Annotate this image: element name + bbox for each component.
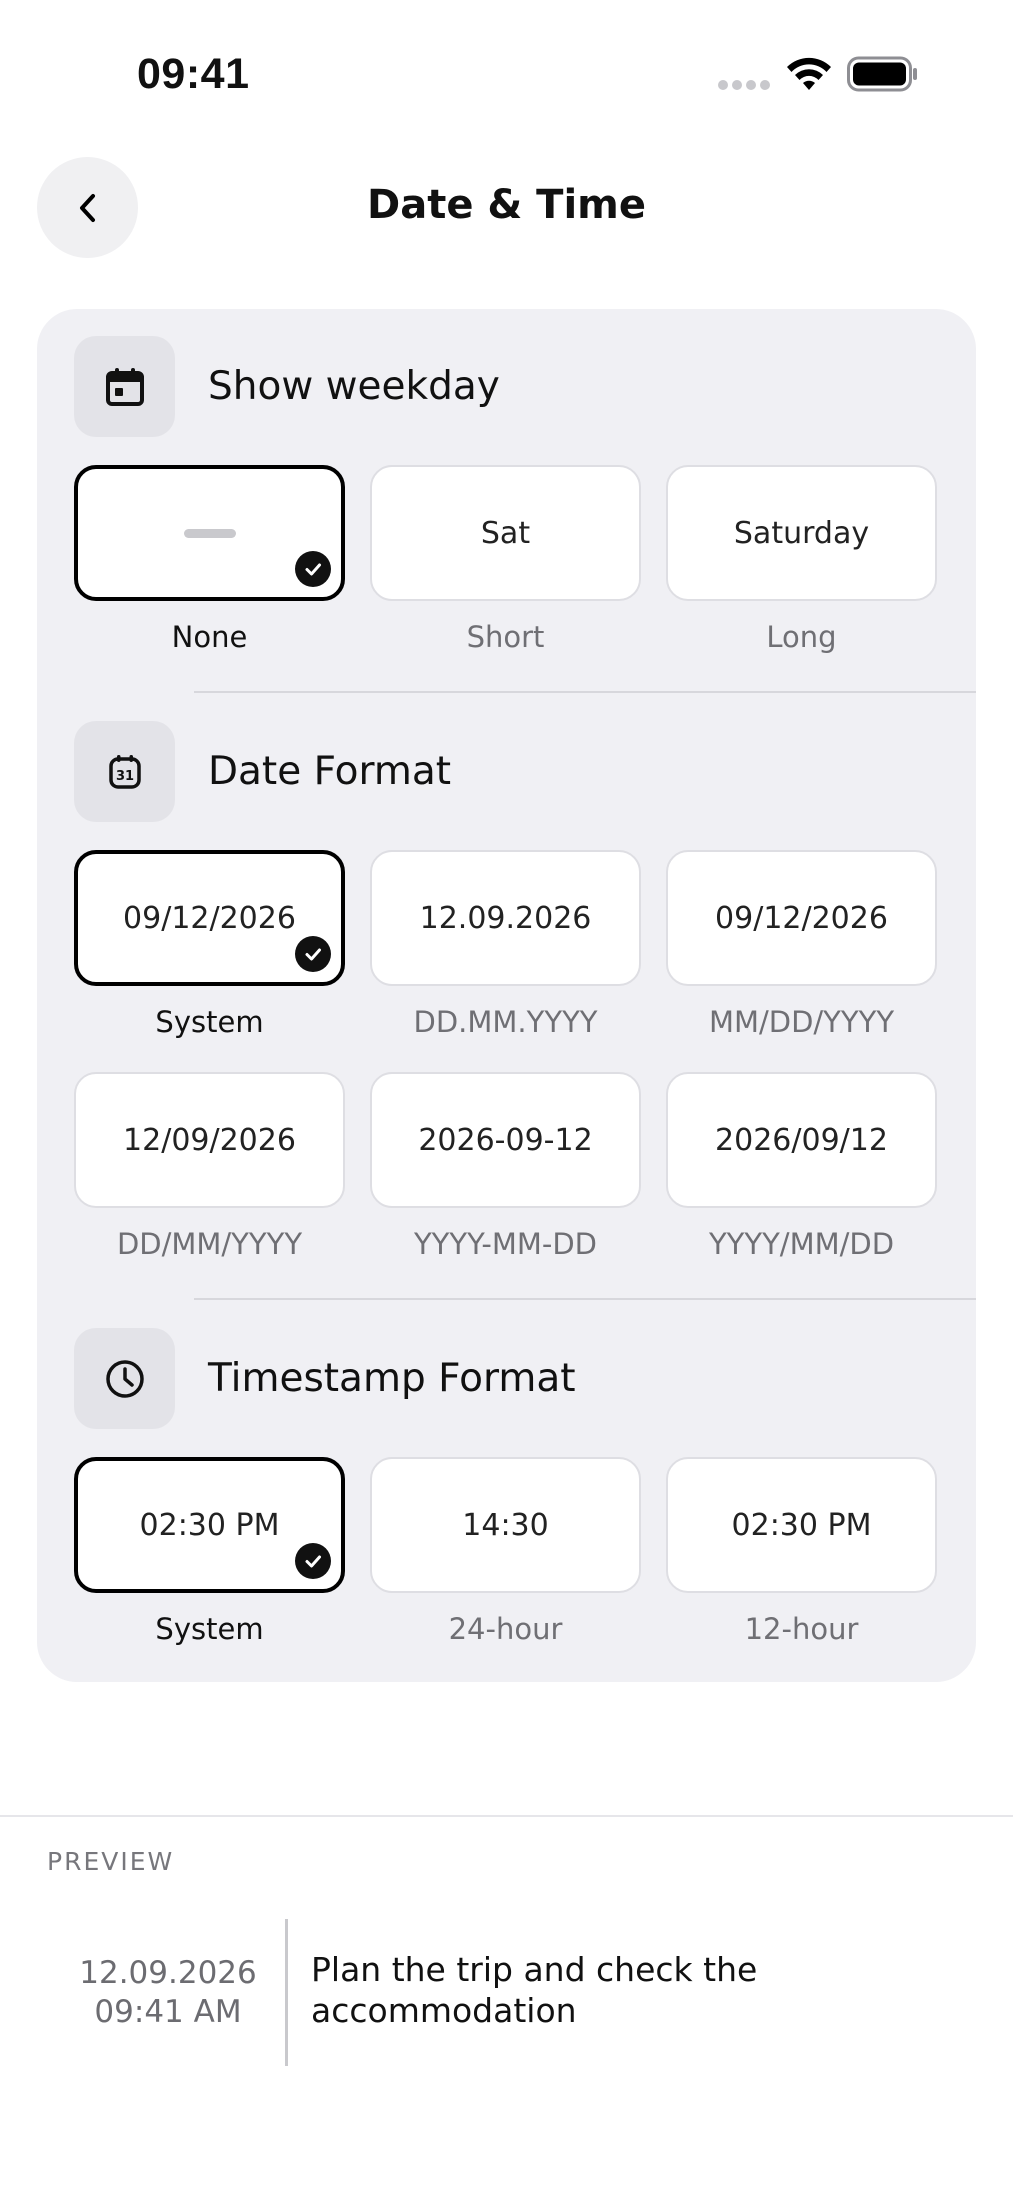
status-time: 09:41: [137, 50, 250, 98]
page-title: Date & Time: [367, 182, 646, 228]
dash-icon: [183, 528, 236, 538]
checkmark-icon: [295, 551, 331, 587]
date-format-option-dd-mm-yyyy[interactable]: 12/09/2026: [74, 1072, 345, 1208]
weekday-option-label: Short: [466, 620, 545, 654]
date-format-option-label: DD.MM.YYYY: [413, 1005, 598, 1039]
weekday-option-long[interactable]: Saturday: [666, 465, 937, 601]
timestamp-option-label: 12-hour: [744, 1612, 859, 1646]
weekday-option-label: None: [171, 620, 248, 654]
date-format-option-system[interactable]: 09/12/2026: [74, 850, 345, 986]
timestamp-option-system[interactable]: 02:30 PM: [74, 1457, 345, 1593]
date-format-option-yyyy-mm-dd-slashes[interactable]: 2026/09/12: [666, 1072, 937, 1208]
date-format-option-label: MM/DD/YYYY: [708, 1005, 895, 1039]
settings-card: Show weekday Sat Saturday None Short Lon…: [37, 309, 976, 1682]
section-divider: [194, 1298, 976, 1300]
date-format-option-label: DD/MM/YYYY: [116, 1227, 303, 1261]
clock-icon: [105, 1359, 144, 1398]
timestamp-option-24-hour[interactable]: 14:30: [370, 1457, 641, 1593]
section-divider: [194, 691, 976, 693]
preview-message: Plan the trip and check the accommodatio…: [311, 1950, 758, 2030]
cellular-signal-icon: [718, 80, 770, 90]
timestamp-section-icon: [74, 1328, 175, 1429]
preview-divider: [0, 1815, 1013, 1817]
weekday-section-title: Show weekday: [208, 364, 500, 409]
timestamp-option-label: 24-hour: [448, 1612, 563, 1646]
preview-heading: PREVIEW: [47, 1847, 175, 1876]
date-format-option-label: YYYY/MM/DD: [708, 1227, 895, 1261]
weekday-option-none[interactable]: [74, 465, 345, 601]
wifi-icon: [787, 57, 831, 90]
date-format-option-mm-dd-yyyy[interactable]: 09/12/2026: [666, 850, 937, 986]
preview-time: 09:41 AM: [94, 1994, 242, 2030]
timestamp-option-label: System: [155, 1612, 264, 1646]
weekday-section-icon: [74, 336, 175, 437]
weekday-option-label: Long: [766, 620, 837, 654]
checkmark-icon: [295, 1543, 331, 1579]
date-format-option-dd-mm-yyyy-dots[interactable]: 12.09.2026: [370, 850, 641, 986]
battery-icon: [847, 56, 917, 92]
date-format-section-icon: 31: [74, 721, 175, 822]
date-format-section-title: Date Format: [208, 749, 452, 794]
calendar-31-icon: 31: [108, 754, 141, 789]
weekday-option-short[interactable]: Sat: [370, 465, 641, 601]
date-format-value: 09/12/2026: [123, 900, 296, 936]
timestamp-value: 02:30 PM: [139, 1507, 280, 1543]
svg-text:31: 31: [115, 769, 133, 784]
checkmark-icon: [295, 936, 331, 972]
preview-date: 12.09.2026: [79, 1955, 257, 1991]
date-format-option-label: YYYY-MM-DD: [413, 1227, 598, 1261]
timestamp-section-title: Timestamp Format: [208, 1356, 576, 1401]
date-format-option-yyyy-mm-dd-dashes[interactable]: 2026-09-12: [370, 1072, 641, 1208]
calendar-icon: [105, 367, 144, 406]
preview-separator: [285, 1919, 288, 2066]
timestamp-option-12-hour[interactable]: 02:30 PM: [666, 1457, 937, 1593]
date-format-option-label: System: [155, 1005, 264, 1039]
